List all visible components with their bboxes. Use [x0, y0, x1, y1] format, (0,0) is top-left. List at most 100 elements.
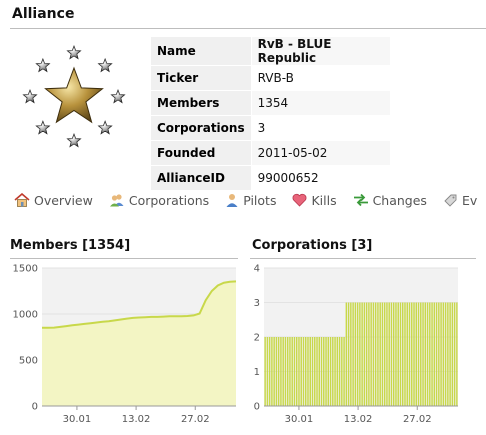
- house-icon: [14, 192, 30, 207]
- y-tick-label: 1: [254, 367, 260, 378]
- corporations-chart: 0 1 2 3 4 30.01 13.02 27.02: [254, 264, 458, 425]
- tab-label: Ev: [461, 193, 478, 208]
- corporations-bar: [424, 302, 427, 406]
- corporations-bar: [338, 337, 341, 406]
- small-star-icon: [110, 89, 126, 104]
- small-star-icon: [66, 133, 82, 148]
- corporations-bar: [332, 337, 334, 406]
- tab-overview[interactable]: Overview: [14, 192, 93, 208]
- corporations-chart-title: Corporations [3]: [252, 238, 373, 253]
- info-row-name: Name RvB - BLUE Republic: [150, 36, 391, 66]
- info-key: Name: [150, 36, 252, 66]
- corporations-bar: [449, 302, 451, 406]
- corporations-bar: [390, 302, 393, 406]
- corporations-bar: [264, 337, 266, 406]
- corporations-bar: [402, 302, 404, 406]
- corporations-bar: [426, 302, 429, 406]
- corporations-bar: [438, 302, 440, 406]
- corporations-bar: [347, 302, 350, 406]
- corporations-bar: [408, 302, 411, 406]
- corporations-bar: [334, 337, 336, 406]
- corporations-bar: [275, 337, 278, 406]
- info-value: RvB - BLUE Republic: [250, 36, 391, 66]
- tab-label: Pilots: [243, 193, 277, 208]
- corporations-bar: [388, 302, 390, 406]
- corporations-bar: [316, 337, 318, 406]
- info-key: AllianceID: [150, 165, 252, 191]
- x-tick-label: 27.02: [181, 414, 210, 425]
- corporations-bar: [363, 302, 366, 406]
- corporations-bar: [298, 337, 300, 406]
- corporations-bar: [323, 337, 325, 406]
- corporations-bar: [289, 337, 291, 406]
- corporations-bar: [383, 302, 386, 406]
- tab-label: Overview: [34, 193, 93, 208]
- corporations-bar: [291, 337, 293, 406]
- small-star-icon: [35, 120, 51, 135]
- corporations-bar: [435, 302, 438, 406]
- tab-events[interactable]: Ev: [443, 193, 477, 208]
- x-tick-label: 27.02: [403, 414, 432, 425]
- corporations-bar: [325, 337, 327, 406]
- corporations-bar: [284, 337, 287, 406]
- corporations-bar: [277, 337, 280, 406]
- tab-kills[interactable]: Kills: [292, 193, 337, 208]
- tab-bar: Overview Corporations Pilots Kills Chang…: [14, 192, 486, 208]
- corporations-bar: [314, 337, 316, 406]
- corporations-bar: [372, 302, 375, 406]
- title-divider: [10, 28, 486, 29]
- people-icon: [109, 194, 124, 207]
- corporations-bar: [329, 337, 332, 406]
- members-divider: [10, 258, 238, 259]
- corporations-bar: [447, 302, 449, 406]
- corporations-bar: [420, 302, 422, 406]
- alliance-info-table: Name RvB - BLUE Republic Ticker RVB-B Memb…: [150, 36, 391, 191]
- x-tick-label: 13.02: [122, 414, 151, 425]
- corporations-bar: [286, 337, 289, 406]
- small-star-icon: [97, 57, 113, 73]
- info-value: RVB-B: [250, 65, 391, 91]
- y-tick-label: 0: [32, 402, 38, 413]
- tag-icon: [444, 194, 457, 207]
- corporations-bar: [341, 337, 343, 406]
- y-tick-label: 1500: [13, 264, 38, 275]
- y-tick-label: 1000: [13, 310, 38, 321]
- corporations-bar: [327, 337, 330, 406]
- x-tick-label: 13.02: [344, 414, 373, 425]
- y-tick-label: 2: [254, 333, 260, 344]
- corporations-bar: [273, 337, 275, 406]
- info-value: 99000652: [250, 165, 391, 191]
- x-tick-label: 30.01: [285, 414, 314, 425]
- corporations-bar: [444, 302, 447, 406]
- corporations-bar: [442, 302, 445, 406]
- tab-label: Kills: [311, 193, 337, 208]
- corporations-bar: [359, 302, 361, 406]
- corporations-bar: [392, 302, 395, 406]
- info-row-corporations: Corporations 3: [150, 115, 391, 141]
- small-star-icon: [35, 57, 51, 73]
- members-chart-title: Members [1354]: [10, 238, 131, 253]
- corporations-bar: [415, 302, 417, 406]
- alliance-logo: [22, 45, 126, 148]
- heart-icon: [293, 193, 307, 207]
- y-tick-label: 3: [254, 298, 260, 309]
- tab-corporations[interactable]: Corporations: [109, 193, 209, 208]
- info-value: 3: [250, 115, 391, 141]
- corporations-bar: [309, 337, 311, 406]
- corporations-bar: [377, 302, 379, 406]
- info-key: Founded: [150, 140, 252, 166]
- corporations-bar: [440, 302, 442, 406]
- corporations-bar: [266, 337, 269, 406]
- corporations-bar: [417, 302, 420, 406]
- corporations-bar: [293, 337, 296, 406]
- corporations-bar: [395, 302, 397, 406]
- tab-label: Corporations: [128, 193, 210, 208]
- info-key: Ticker: [150, 65, 252, 91]
- info-row-allianceid: AllianceID 99000652: [150, 165, 391, 191]
- tab-pilots[interactable]: Pilots: [225, 193, 276, 208]
- tab-changes[interactable]: Changes: [353, 193, 427, 208]
- info-value: 1354: [250, 90, 391, 116]
- info-key: Corporations: [150, 115, 252, 141]
- corporations-bar: [453, 302, 456, 406]
- page-title: Alliance: [12, 6, 75, 22]
